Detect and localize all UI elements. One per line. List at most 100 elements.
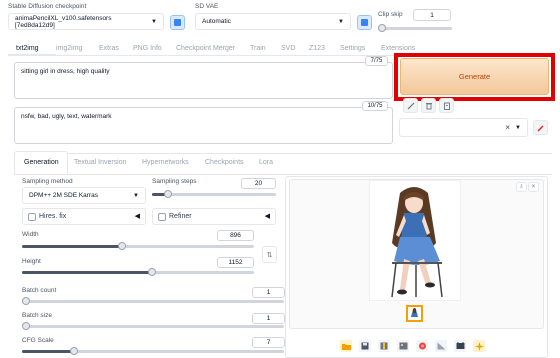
slider-fill — [22, 245, 122, 248]
gallery-thumbnail[interactable] — [406, 305, 423, 322]
clip-skip-input[interactable]: 1 — [413, 9, 451, 21]
refiner-accordion[interactable]: Refiner ◀ — [152, 208, 276, 225]
refiner-checkbox[interactable] — [158, 213, 166, 221]
slider-thumb[interactable] — [22, 297, 30, 305]
refiner-label: Refiner — [169, 213, 192, 220]
chevron-down-icon: ▼ — [151, 18, 157, 25]
subtab-checkpoints[interactable]: Checkpoints — [205, 159, 244, 166]
slider-fill — [22, 350, 75, 353]
tab-extras[interactable]: Extras — [99, 45, 119, 52]
vae-value: Automatic — [202, 18, 231, 25]
tab-z123[interactable]: Z123 — [309, 45, 325, 52]
arrow-icon — [407, 102, 414, 109]
subtab-generation[interactable]: Generation — [24, 159, 59, 166]
sampling-method-label: Sampling method — [22, 178, 73, 185]
generated-image[interactable] — [369, 180, 461, 301]
send-img2img-icon[interactable] — [397, 340, 409, 352]
clipboard-icon — [443, 102, 450, 110]
subtab-hypernetworks[interactable]: Hypernetworks — [142, 159, 189, 166]
spark-icon[interactable] — [473, 340, 485, 352]
tab-svd[interactable]: SVD — [281, 45, 295, 52]
cfg-scale-label: CFG Scale — [22, 337, 54, 344]
download-button[interactable]: ⇩ — [516, 182, 527, 192]
zip-icon[interactable] — [378, 340, 390, 352]
collapse-arrow-icon: ◀ — [264, 213, 270, 220]
tab-extensions[interactable]: Extensions — [381, 45, 415, 52]
hires-fix-checkbox[interactable] — [28, 213, 36, 221]
slider-thumb[interactable] — [70, 347, 79, 355]
download-icon: ⇩ — [519, 184, 524, 190]
clear-prompt-button[interactable] — [421, 98, 436, 113]
refresh-checkpoint-button[interactable] — [170, 15, 185, 30]
batch-count-slider[interactable] — [22, 297, 284, 305]
slider-thumb[interactable] — [22, 322, 30, 330]
hires-fix-label: Hires. fix — [39, 213, 67, 220]
video-icon[interactable] — [454, 340, 466, 352]
tab-txt2img[interactable]: txt2img — [16, 45, 39, 52]
generate-button[interactable]: Generate — [400, 58, 549, 95]
clear-styles-icon[interactable]: × — [505, 123, 510, 132]
thumbnail-illustration — [408, 307, 421, 320]
trash-icon — [425, 102, 432, 109]
sampling-steps-label: Sampling steps — [152, 178, 197, 185]
swap-dimensions-button[interactable]: ⇅ — [262, 246, 277, 263]
anime-girl-illustration — [370, 181, 460, 300]
clip-skip-slider[interactable] — [378, 24, 452, 32]
width-input[interactable]: 896 — [217, 230, 254, 241]
folder-icon[interactable] — [340, 340, 352, 352]
pencil-icon — [537, 125, 543, 131]
close-icon: × — [531, 184, 536, 190]
close-gallery-button[interactable]: × — [528, 182, 539, 192]
vae-label: SD VAE — [195, 3, 219, 10]
checkpoint-dropdown[interactable]: animaPencilXL_v100.safetensors [7ed8da12… — [8, 13, 164, 30]
send-extras-icon[interactable] — [435, 340, 447, 352]
batch-size-slider[interactable] — [22, 322, 284, 330]
negative-prompt-textarea[interactable]: nsfw, bad, ugly, text, watermark — [14, 107, 393, 144]
tab-checkpoint-merger[interactable]: Checkpoint Merger — [176, 45, 235, 52]
refresh-icon — [361, 19, 368, 26]
clip-skip-label: Clip skip — [378, 11, 403, 18]
checkpoint-value: animaPencilXL_v100.safetensors [7ed8da12… — [15, 14, 112, 29]
slider-thumb[interactable] — [117, 242, 126, 250]
width-slider[interactable] — [22, 242, 254, 250]
cfg-scale-input[interactable]: 7 — [252, 337, 285, 348]
sampling-method-value: DPM++ 2M SDE Karras — [29, 192, 98, 199]
read-params-button[interactable] — [403, 98, 418, 113]
swap-icon: ⇅ — [266, 251, 273, 259]
hires-fix-accordion[interactable]: Hires. fix ◀ — [22, 208, 146, 225]
send-inpaint-icon[interactable] — [416, 340, 428, 352]
chevron-down-icon: ▼ — [515, 124, 521, 131]
sampling-method-dropdown[interactable]: DPM++ 2M SDE Karras ▼ — [22, 187, 146, 204]
slider-thumb[interactable] — [164, 190, 173, 198]
batch-count-label: Batch count — [22, 287, 57, 294]
slider-fill — [22, 271, 152, 274]
generation-divider — [14, 174, 552, 175]
cfg-scale-slider[interactable] — [22, 347, 284, 355]
tab-img2img[interactable]: img2img — [56, 45, 82, 52]
tab-train[interactable]: Train — [250, 45, 266, 52]
batch-count-input[interactable]: 1 — [252, 287, 285, 298]
sampling-steps-input[interactable]: 20 — [241, 178, 276, 189]
refresh-vae-button[interactable] — [357, 15, 372, 30]
prompt-textarea[interactable]: sitting girl in dress, high quality — [14, 62, 393, 99]
subtab-textual-inversion[interactable]: Textual Inversion — [74, 159, 127, 166]
sampling-steps-slider[interactable] — [152, 190, 276, 198]
subtabs-divider — [14, 153, 552, 154]
checkpoint-label: Stable Diffusion checkpoint — [8, 3, 87, 10]
tab-png-info[interactable]: PNG Info — [133, 45, 162, 52]
vae-dropdown[interactable]: Automatic ▼ — [195, 13, 351, 30]
negative-prompt-text: nsfw, bad, ugly, text, watermark — [21, 113, 112, 120]
tab-settings[interactable]: Settings — [340, 45, 365, 52]
styles-dropdown[interactable]: × ▼ — [399, 118, 528, 137]
height-slider[interactable] — [22, 268, 254, 276]
subtab-lora[interactable]: Lora — [259, 159, 273, 166]
edit-styles-button[interactable] — [533, 120, 548, 135]
width-label: Width — [22, 231, 39, 238]
slider-thumb[interactable] — [378, 24, 386, 32]
apply-styles-button[interactable] — [439, 98, 454, 113]
batch-size-input[interactable]: 1 — [252, 313, 285, 324]
slider-thumb[interactable] — [147, 268, 156, 276]
save-icon[interactable] — [359, 340, 371, 352]
height-input[interactable]: 1152 — [217, 257, 254, 268]
refresh-icon — [174, 19, 181, 26]
